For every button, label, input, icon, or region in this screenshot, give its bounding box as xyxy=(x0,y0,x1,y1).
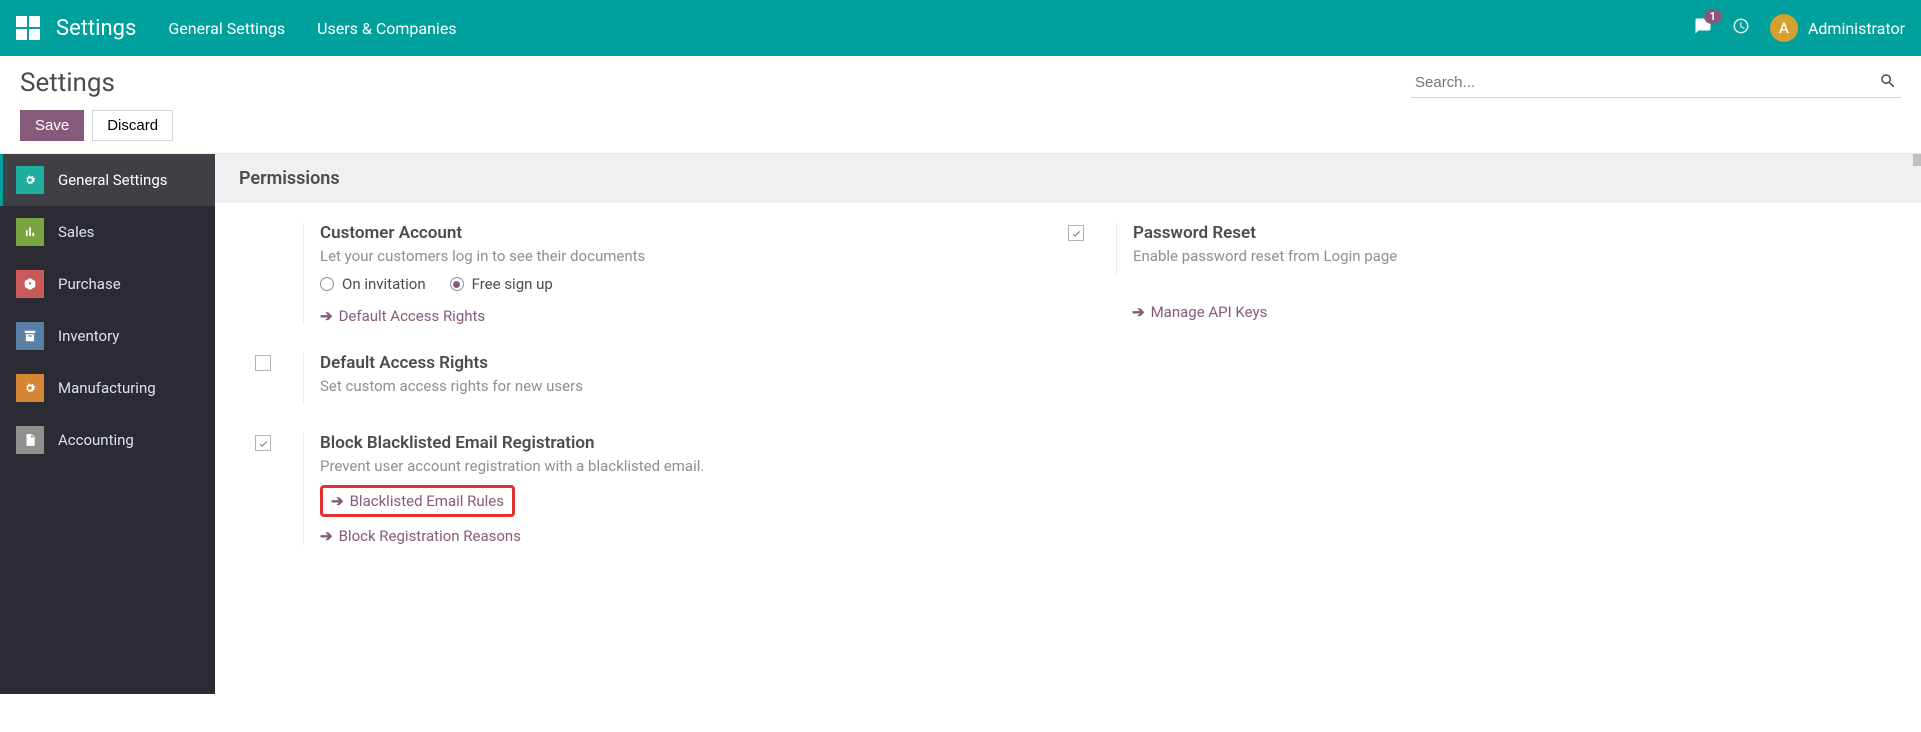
setting-customer-account: Customer Account Let your customers log … xyxy=(255,223,1068,325)
document-icon xyxy=(16,426,44,454)
main-layout: General Settings Sales Purchase Inventor… xyxy=(0,154,1921,694)
radio-label: On invitation xyxy=(342,275,426,293)
link-block-registration-reasons[interactable]: ➔ Block Registration Reasons xyxy=(320,527,521,545)
wrench-icon xyxy=(16,374,44,402)
radio-icon xyxy=(320,277,334,291)
sidebar-item-manufacturing[interactable]: Manufacturing xyxy=(0,362,215,414)
messages-icon[interactable]: 1 xyxy=(1694,17,1712,39)
user-name: Administrator xyxy=(1808,19,1905,38)
menu-general-settings[interactable]: General Settings xyxy=(168,19,285,38)
arrow-right-icon: ➔ xyxy=(1132,303,1145,321)
section-header-permissions: Permissions xyxy=(215,154,1921,203)
setting-desc: Set custom access rights for new users xyxy=(320,377,1068,395)
scrollbar[interactable] xyxy=(1913,154,1921,166)
settings-sidebar: General Settings Sales Purchase Inventor… xyxy=(0,154,215,694)
sidebar-item-label: Purchase xyxy=(58,275,121,293)
arrow-right-icon: ➔ xyxy=(320,527,333,545)
sidebar-item-accounting[interactable]: Accounting xyxy=(0,414,215,466)
page-title: Settings xyxy=(20,68,115,98)
link-manage-api-keys[interactable]: ➔ Manage API Keys xyxy=(1132,303,1267,321)
radio-icon xyxy=(450,277,464,291)
setting-desc: Prevent user account registration with a… xyxy=(320,457,1068,475)
sidebar-item-label: Sales xyxy=(58,223,94,241)
app-title: Settings xyxy=(56,16,136,41)
setting-password-reset: Password Reset Enable password reset fro… xyxy=(1068,223,1881,275)
gear-icon xyxy=(16,166,44,194)
box-icon xyxy=(16,322,44,350)
avatar: A xyxy=(1770,14,1798,42)
user-menu[interactable]: A Administrator xyxy=(1770,14,1905,42)
checkbox-default-access[interactable] xyxy=(255,355,271,371)
sidebar-item-sales[interactable]: Sales xyxy=(0,206,215,258)
save-button[interactable]: Save xyxy=(20,110,84,141)
menu-users-companies[interactable]: Users & Companies xyxy=(317,19,456,38)
chart-icon xyxy=(16,218,44,246)
setting-title: Block Blacklisted Email Registration xyxy=(320,433,1068,453)
radio-label: Free sign up xyxy=(472,275,553,293)
search-input[interactable] xyxy=(1411,68,1901,98)
setting-default-access-rights: Default Access Rights Set custom access … xyxy=(255,353,1068,405)
sidebar-item-label: Inventory xyxy=(58,327,119,345)
control-panel: Settings Save Discard xyxy=(0,56,1921,154)
setting-title: Password Reset xyxy=(1133,223,1881,243)
sidebar-item-label: General Settings xyxy=(58,171,168,189)
checkbox-block-blacklisted[interactable] xyxy=(255,435,271,451)
setting-title: Customer Account xyxy=(320,223,1068,243)
setting-api-keys: ➔ Manage API Keys xyxy=(1068,303,1881,321)
highlight-box: ➔ Blacklisted Email Rules xyxy=(320,485,515,517)
sidebar-item-label: Accounting xyxy=(58,431,134,449)
activity-icon[interactable] xyxy=(1732,17,1750,39)
arrow-right-icon: ➔ xyxy=(320,307,333,325)
top-navbar: Settings General Settings Users & Compan… xyxy=(0,0,1921,56)
sidebar-item-general-settings[interactable]: General Settings xyxy=(0,154,215,206)
link-default-access-rights[interactable]: ➔ Default Access Rights xyxy=(320,307,485,325)
setting-desc: Let your customers log in to see their d… xyxy=(320,247,1068,265)
radio-free-sign-up[interactable]: Free sign up xyxy=(450,275,553,293)
setting-desc: Enable password reset from Login page xyxy=(1133,247,1881,265)
settings-content: Permissions Customer Account Let your cu… xyxy=(215,154,1921,694)
sidebar-item-purchase[interactable]: Purchase xyxy=(0,258,215,310)
link-blacklisted-email-rules[interactable]: ➔ Blacklisted Email Rules xyxy=(331,492,504,510)
radio-on-invitation[interactable]: On invitation xyxy=(320,275,426,293)
arrow-right-icon: ➔ xyxy=(331,492,344,510)
setting-title: Default Access Rights xyxy=(320,353,1068,373)
messages-badge: 1 xyxy=(1704,9,1722,24)
checkbox-password-reset[interactable] xyxy=(1068,225,1084,241)
sidebar-item-label: Manufacturing xyxy=(58,379,156,397)
setting-block-blacklisted: Block Blacklisted Email Registration Pre… xyxy=(255,433,1068,545)
sidebar-item-inventory[interactable]: Inventory xyxy=(0,310,215,362)
discard-button[interactable]: Discard xyxy=(92,110,173,141)
search-box xyxy=(1411,68,1901,98)
apps-menu-icon[interactable] xyxy=(16,16,40,40)
tag-icon xyxy=(16,270,44,298)
search-icon[interactable] xyxy=(1879,72,1897,94)
